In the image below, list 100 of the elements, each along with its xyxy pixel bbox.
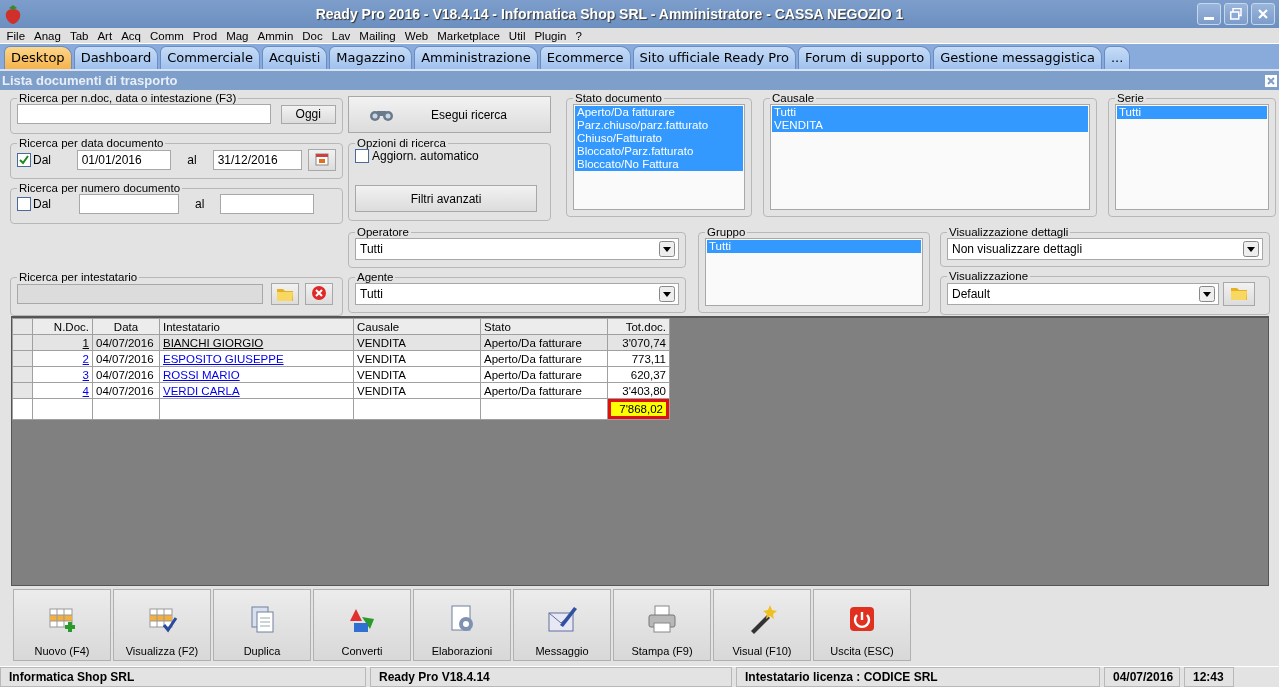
panel-title: Lista documenti di trasporto bbox=[2, 73, 178, 88]
toolbar-button[interactable]: Messaggio bbox=[513, 589, 611, 661]
column-header[interactable]: Data bbox=[92, 318, 160, 335]
menu-item[interactable]: Lav bbox=[327, 28, 355, 43]
checkbox[interactable] bbox=[17, 153, 31, 167]
row-header bbox=[12, 318, 33, 335]
table-cell: 3'403,80 bbox=[607, 382, 670, 399]
advanced-filters-button[interactable]: Filtri avanzati bbox=[355, 185, 537, 212]
menu-item[interactable]: Mag bbox=[221, 28, 253, 43]
menu-item[interactable]: Acq bbox=[116, 28, 146, 43]
restore-button[interactable] bbox=[1224, 3, 1248, 25]
menu-item[interactable]: Art bbox=[92, 28, 117, 43]
menu-item[interactable]: ? bbox=[570, 28, 587, 43]
printer-icon bbox=[646, 603, 678, 635]
column-header[interactable]: N.Doc. bbox=[32, 318, 93, 335]
link[interactable]: 3 bbox=[82, 368, 89, 381]
check-icon bbox=[19, 155, 29, 165]
column-header[interactable]: Stato bbox=[480, 318, 608, 335]
dropdown-field[interactable]: Tutti bbox=[355, 283, 679, 305]
link[interactable]: 1 bbox=[82, 336, 89, 349]
number-field[interactable] bbox=[220, 194, 315, 214]
menu-item[interactable]: Comm bbox=[145, 28, 189, 43]
menu-item[interactable]: Tab bbox=[65, 28, 93, 43]
tab[interactable]: Amministrazione bbox=[414, 46, 538, 69]
table-cell: 620,37 bbox=[607, 366, 670, 383]
toolbar-button[interactable]: Stampa (F9) bbox=[613, 589, 711, 661]
clear-button[interactable] bbox=[305, 283, 333, 305]
total-value: 7'868,02 bbox=[608, 399, 669, 419]
minimize-icon bbox=[1204, 17, 1214, 20]
table-cell: 04/07/2016 bbox=[92, 366, 160, 383]
tab[interactable]: Gestione messaggistica bbox=[933, 46, 1102, 69]
table-cell: 04/07/2016 bbox=[92, 382, 160, 399]
date-field[interactable]: 01/01/2016 bbox=[76, 150, 172, 170]
column-header[interactable]: Causale bbox=[353, 318, 481, 335]
link[interactable]: 4 bbox=[82, 384, 89, 397]
checkbox[interactable] bbox=[355, 149, 369, 163]
dropdown-field[interactable]: Non visualizzare dettagli bbox=[947, 238, 1263, 260]
caret-icon bbox=[1199, 286, 1215, 302]
toolbar-button[interactable]: Visual (F10) bbox=[713, 589, 811, 661]
search-field[interactable] bbox=[17, 104, 271, 124]
column-header[interactable]: Intestatario bbox=[159, 318, 354, 335]
checkbox-label: Dal bbox=[33, 153, 52, 167]
search-button[interactable]: Esegui ricerca bbox=[348, 96, 551, 133]
toolbar-button[interactable]: Elaborazioni bbox=[413, 589, 511, 661]
toolbar-button[interactable]: Visualizza (F2) bbox=[113, 589, 211, 661]
window-title: Ready Pro 2016 - V18.4.14 - Informatica Shop SRL - Amministratore - CASSA NEGOZIO 1 bbox=[314, 6, 905, 22]
browse-button[interactable] bbox=[271, 283, 299, 305]
column-header[interactable]: Tot.doc. bbox=[607, 318, 670, 335]
group-label: Agente bbox=[356, 271, 395, 283]
status-text: Ready Pro V18.4.14 bbox=[370, 667, 732, 687]
date-field[interactable]: 31/12/2016 bbox=[212, 150, 302, 170]
tab[interactable]: Sito ufficiale Ready Pro bbox=[632, 46, 796, 69]
group-label: Gruppo bbox=[706, 226, 747, 238]
dropdown-field[interactable]: Tutti bbox=[355, 238, 679, 260]
table-cell: 04/07/2016 bbox=[92, 350, 160, 367]
group-label: Causale bbox=[771, 92, 816, 104]
tab[interactable]: Acquisti bbox=[261, 46, 328, 69]
menu-item[interactable]: File bbox=[2, 28, 30, 43]
menu-item[interactable]: Ammin bbox=[253, 28, 298, 43]
tab[interactable]: ... bbox=[1103, 46, 1131, 69]
calendar-button[interactable] bbox=[307, 149, 336, 171]
group-label: Visualizzazione bbox=[948, 270, 1030, 282]
toolbar-button[interactable]: Converti bbox=[313, 589, 411, 661]
menu-item[interactable]: Doc bbox=[297, 28, 328, 43]
caret-icon bbox=[659, 286, 675, 302]
menu-item[interactable]: Web bbox=[400, 28, 433, 43]
tab[interactable]: Forum di supporto bbox=[798, 46, 932, 69]
checkbox[interactable] bbox=[17, 197, 31, 211]
menu-item[interactable]: Mailing bbox=[354, 28, 401, 43]
minimize-button[interactable] bbox=[1197, 3, 1221, 25]
dropdown-field[interactable]: Default bbox=[947, 283, 1219, 305]
group-label: Visualizzazione dettagli bbox=[948, 226, 1070, 238]
tab[interactable]: Desktop bbox=[4, 46, 72, 69]
menu-item[interactable]: Plugin bbox=[529, 28, 571, 43]
menu-item[interactable]: Marketplace bbox=[432, 28, 505, 43]
menu-item[interactable]: Util bbox=[504, 28, 530, 43]
group-label: Ricerca per data documento bbox=[18, 137, 165, 149]
menu-item[interactable]: Anag bbox=[29, 28, 66, 43]
holder-field[interactable] bbox=[17, 284, 263, 304]
close-button[interactable] bbox=[1251, 3, 1275, 25]
link[interactable]: 2 bbox=[82, 352, 89, 365]
panel-close-button[interactable] bbox=[1265, 74, 1277, 87]
today-button[interactable]: Oggi bbox=[280, 104, 336, 124]
tab[interactable]: Commerciale bbox=[160, 46, 260, 69]
tab[interactable]: Dashboard bbox=[73, 46, 159, 69]
table-cell: Aperto/Da fatturare bbox=[480, 366, 608, 383]
field-label: al bbox=[195, 197, 205, 211]
toolbar-button[interactable]: Nuovo (F4) bbox=[13, 589, 111, 661]
tab[interactable]: Ecommerce bbox=[539, 46, 631, 69]
number-field[interactable] bbox=[79, 194, 179, 214]
status-text: Intestatario licenza : CODICE SRL bbox=[736, 667, 1100, 687]
toolbar-button[interactable]: Uscita (ESC) bbox=[813, 589, 911, 661]
menu-item[interactable]: Prod bbox=[188, 28, 222, 43]
group-label: Ricerca per intestatario bbox=[18, 271, 139, 283]
status-text: 04/07/2016 bbox=[1104, 667, 1180, 687]
toolbar-button[interactable]: Duplica bbox=[213, 589, 311, 661]
status-text: 12:43 bbox=[1184, 667, 1234, 687]
tab[interactable]: Magazzino bbox=[329, 46, 413, 69]
browse-button[interactable] bbox=[1223, 282, 1255, 306]
group-label: Stato documento bbox=[574, 92, 663, 104]
